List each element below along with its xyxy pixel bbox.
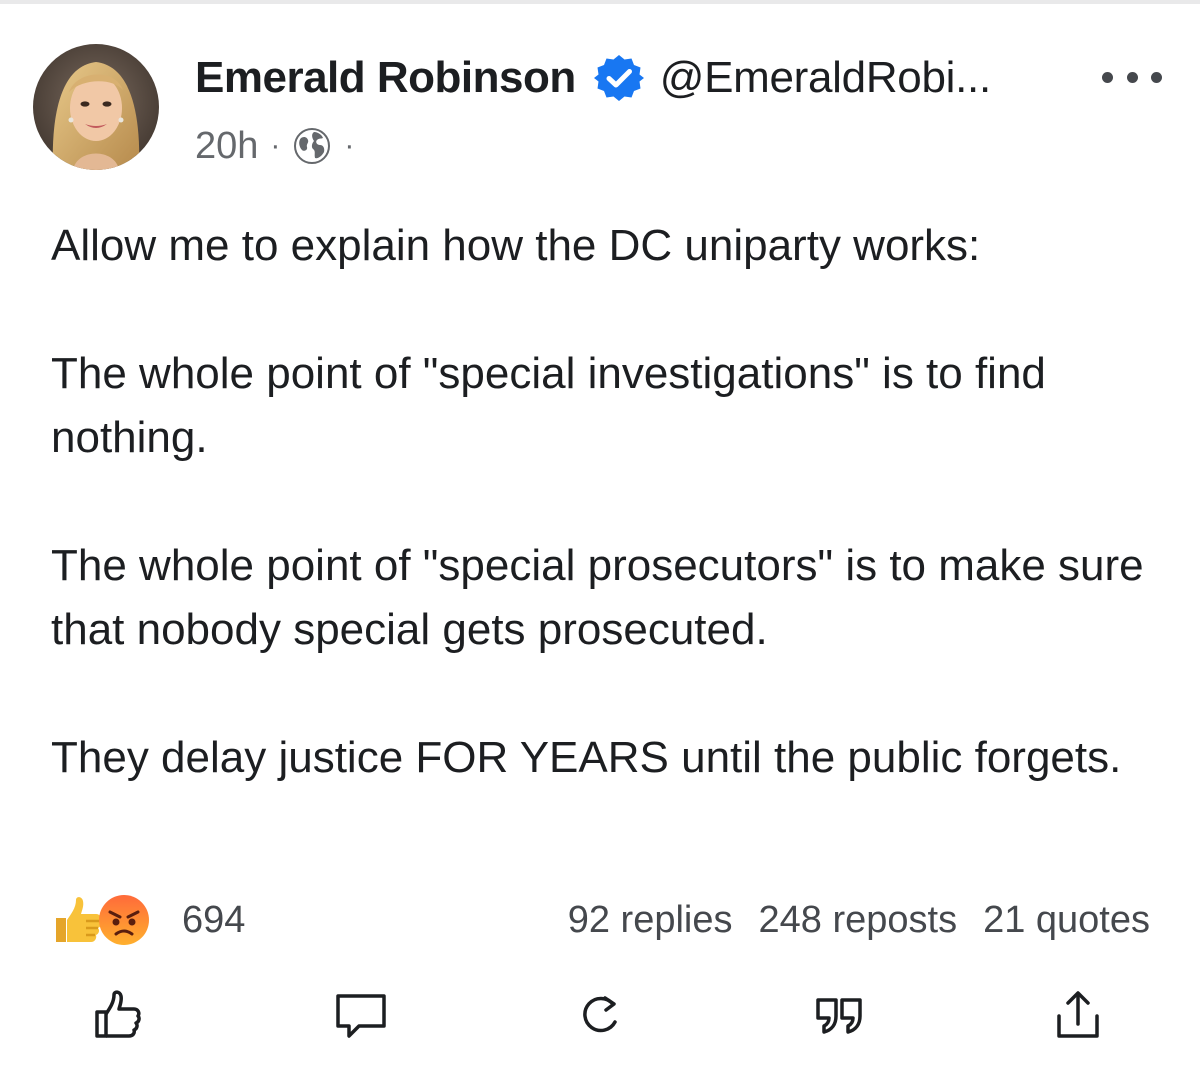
comment-button[interactable] <box>331 985 391 1045</box>
share-button[interactable] <box>1048 985 1108 1045</box>
post-card: Emerald Robinson @EmeraldRobi... 20h · ·… <box>0 0 1200 1080</box>
meta-separator: · <box>270 129 281 162</box>
reposts-count[interactable]: 248 reposts <box>759 899 958 942</box>
more-dot <box>1102 71 1113 83</box>
comment-icon <box>333 988 389 1042</box>
post-paragraph: They delay justice FOR YEARS until the p… <box>51 733 1122 782</box>
verified-badge-icon <box>593 53 644 103</box>
more-dot <box>1126 71 1138 83</box>
post-paragraph: The whole point of "special investigatio… <box>51 349 1046 462</box>
share-icon <box>1051 988 1105 1042</box>
post-time[interactable]: 20h <box>195 125 258 168</box>
author-handle[interactable]: @EmeraldRobi... <box>660 53 991 103</box>
reaction-count: 694 <box>182 898 246 941</box>
meta-separator: · <box>344 129 355 162</box>
post-stats: 694 92 replies 248 reposts 21 quotes <box>50 888 1160 952</box>
post-meta: 20h · · <box>195 120 366 172</box>
quote-icon <box>812 990 868 1040</box>
author-row: Emerald Robinson @EmeraldRobi... <box>195 48 991 108</box>
quote-button[interactable] <box>810 985 870 1045</box>
author-name[interactable]: Emerald Robinson <box>195 53 576 103</box>
post-paragraph: Allow me to explain how the DC uniparty … <box>51 221 981 270</box>
repost-button[interactable] <box>570 985 630 1045</box>
avatar[interactable] <box>33 44 159 170</box>
engagement-counts: 92 replies 248 reposts 21 quotes <box>568 888 1150 952</box>
angry-reaction-icon <box>96 892 152 948</box>
like-button[interactable] <box>88 985 148 1045</box>
thumbs-up-icon <box>91 988 145 1042</box>
repost-icon <box>575 990 625 1040</box>
more-dot <box>1151 71 1162 83</box>
action-bar <box>0 985 1200 1055</box>
replies-count[interactable]: 92 replies <box>568 899 733 942</box>
quotes-count[interactable]: 21 quotes <box>983 899 1150 942</box>
globe-icon <box>292 126 332 166</box>
post-body: Allow me to explain how the DC uniparty … <box>51 214 1161 790</box>
reactions-summary[interactable]: 694 <box>50 888 245 952</box>
more-options-button[interactable] <box>1102 62 1162 92</box>
post-paragraph: The whole point of "special prosecutors"… <box>51 541 1144 654</box>
